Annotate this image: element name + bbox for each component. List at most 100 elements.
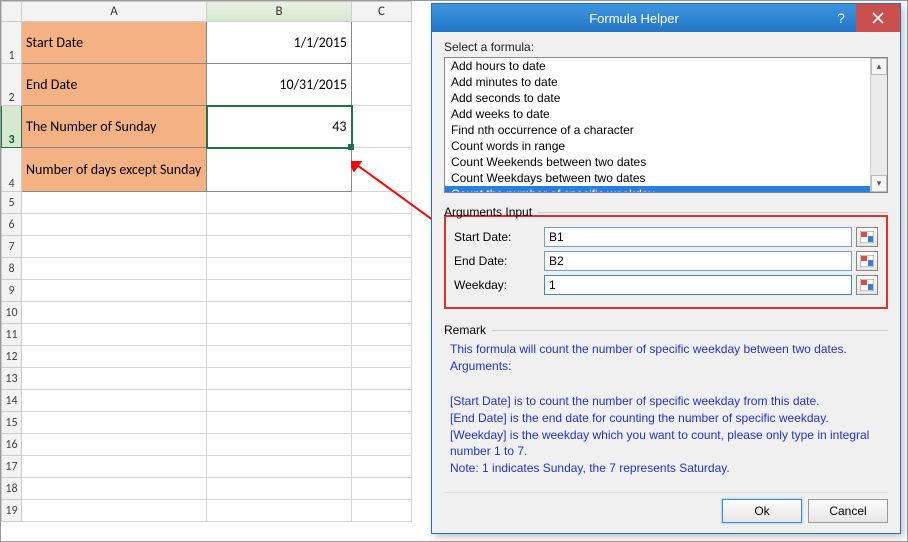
cell-b16[interactable]: [207, 434, 352, 456]
cell-a16[interactable]: [22, 434, 207, 456]
row-header-9[interactable]: 9: [2, 280, 22, 302]
select-all-corner[interactable]: [2, 2, 22, 22]
cell-a9[interactable]: [22, 280, 207, 302]
cell-b10[interactable]: [207, 302, 352, 324]
cell-c17[interactable]: [352, 456, 412, 478]
end-date-input[interactable]: [544, 251, 852, 271]
cancel-button[interactable]: Cancel: [808, 499, 888, 523]
cell-c13[interactable]: [352, 368, 412, 390]
cell-c2[interactable]: [352, 64, 412, 106]
cell-a4[interactable]: Number of days except Sunday: [22, 148, 207, 192]
col-header-c[interactable]: C: [352, 2, 412, 22]
col-header-b[interactable]: B: [207, 2, 352, 22]
cell-b14[interactable]: [207, 390, 352, 412]
dialog-titlebar[interactable]: Formula Helper ?: [432, 4, 900, 32]
cell-c18[interactable]: [352, 478, 412, 500]
cell-c9[interactable]: [352, 280, 412, 302]
row-header-7[interactable]: 7: [2, 236, 22, 258]
cell-c4[interactable]: [352, 148, 412, 192]
formula-list-item[interactable]: Add hours to date: [445, 58, 887, 74]
cell-c5[interactable]: [352, 192, 412, 214]
cell-a12[interactable]: [22, 346, 207, 368]
row-header-8[interactable]: 8: [2, 258, 22, 280]
cell-c6[interactable]: [352, 214, 412, 236]
formula-list-item[interactable]: Count the number of specific weekday: [445, 186, 887, 193]
cell-c15[interactable]: [352, 412, 412, 434]
cell-b9[interactable]: [207, 280, 352, 302]
cell-c1[interactable]: [352, 22, 412, 64]
cell-a8[interactable]: [22, 258, 207, 280]
cell-a13[interactable]: [22, 368, 207, 390]
row-header-13[interactable]: 13: [2, 368, 22, 390]
cell-a14[interactable]: [22, 390, 207, 412]
cell-b18[interactable]: [207, 478, 352, 500]
help-button[interactable]: ?: [826, 10, 856, 26]
row-header-3[interactable]: 3: [2, 106, 22, 148]
cell-b17[interactable]: [207, 456, 352, 478]
formula-list-item[interactable]: Count words in range: [445, 138, 887, 154]
cell-a3[interactable]: The Number of Sunday: [22, 106, 207, 148]
scroll-track[interactable]: [871, 75, 887, 175]
cell-b15[interactable]: [207, 412, 352, 434]
cell-a2[interactable]: End Date: [22, 64, 207, 106]
cell-c3[interactable]: [352, 106, 412, 148]
formula-list-item[interactable]: Find nth occurrence of a character: [445, 122, 887, 138]
scroll-up-button[interactable]: ▴: [871, 58, 887, 75]
cell-b4[interactable]: [207, 148, 352, 192]
cell-a18[interactable]: [22, 478, 207, 500]
row-header-16[interactable]: 16: [2, 434, 22, 456]
row-header-1[interactable]: 1: [2, 22, 22, 64]
row-header-4[interactable]: 4: [2, 148, 22, 192]
cell-c19[interactable]: [352, 500, 412, 522]
cell-a17[interactable]: [22, 456, 207, 478]
row-header-10[interactable]: 10: [2, 302, 22, 324]
weekday-input[interactable]: [544, 275, 852, 295]
cell-c8[interactable]: [352, 258, 412, 280]
cell-c7[interactable]: [352, 236, 412, 258]
row-header-11[interactable]: 11: [2, 324, 22, 346]
formula-list-item[interactable]: Add seconds to date: [445, 90, 887, 106]
row-header-14[interactable]: 14: [2, 390, 22, 412]
row-header-18[interactable]: 18: [2, 478, 22, 500]
close-button[interactable]: [856, 4, 900, 32]
cell-b8[interactable]: [207, 258, 352, 280]
formula-list-item[interactable]: Count Weekdays between two dates: [445, 170, 887, 186]
cell-c12[interactable]: [352, 346, 412, 368]
cell-b7[interactable]: [207, 236, 352, 258]
row-header-5[interactable]: 5: [2, 192, 22, 214]
row-header-15[interactable]: 15: [2, 412, 22, 434]
row-header-19[interactable]: 19: [2, 500, 22, 522]
col-header-a[interactable]: A: [22, 2, 207, 22]
cell-c14[interactable]: [352, 390, 412, 412]
cell-c11[interactable]: [352, 324, 412, 346]
cell-b19[interactable]: [207, 500, 352, 522]
ok-button[interactable]: Ok: [722, 499, 802, 523]
row-header-6[interactable]: 6: [2, 214, 22, 236]
weekday-ref-button[interactable]: [856, 275, 878, 295]
cell-a11[interactable]: [22, 324, 207, 346]
cell-a15[interactable]: [22, 412, 207, 434]
cell-a6[interactable]: [22, 214, 207, 236]
cell-a7[interactable]: [22, 236, 207, 258]
cell-b6[interactable]: [207, 214, 352, 236]
listbox-scrollbar[interactable]: ▴ ▾: [870, 58, 887, 192]
cell-c16[interactable]: [352, 434, 412, 456]
row-header-17[interactable]: 17: [2, 456, 22, 478]
cell-b1[interactable]: 1/1/2015: [207, 22, 352, 64]
start-date-ref-button[interactable]: [856, 227, 878, 247]
cell-b5[interactable]: [207, 192, 352, 214]
cell-c10[interactable]: [352, 302, 412, 324]
end-date-ref-button[interactable]: [856, 251, 878, 271]
formula-listbox[interactable]: Add hours to dateAdd minutes to dateAdd …: [444, 57, 888, 193]
cell-a10[interactable]: [22, 302, 207, 324]
cell-b2[interactable]: 10/31/2015: [207, 64, 352, 106]
cell-b11[interactable]: [207, 324, 352, 346]
row-header-12[interactable]: 12: [2, 346, 22, 368]
cell-a19[interactable]: [22, 500, 207, 522]
cell-a5[interactable]: [22, 192, 207, 214]
formula-list-item[interactable]: Count Weekends between two dates: [445, 154, 887, 170]
row-header-2[interactable]: 2: [2, 64, 22, 106]
start-date-input[interactable]: [544, 227, 852, 247]
formula-list-item[interactable]: Add minutes to date: [445, 74, 887, 90]
cell-b3-selected[interactable]: 43: [207, 106, 352, 148]
